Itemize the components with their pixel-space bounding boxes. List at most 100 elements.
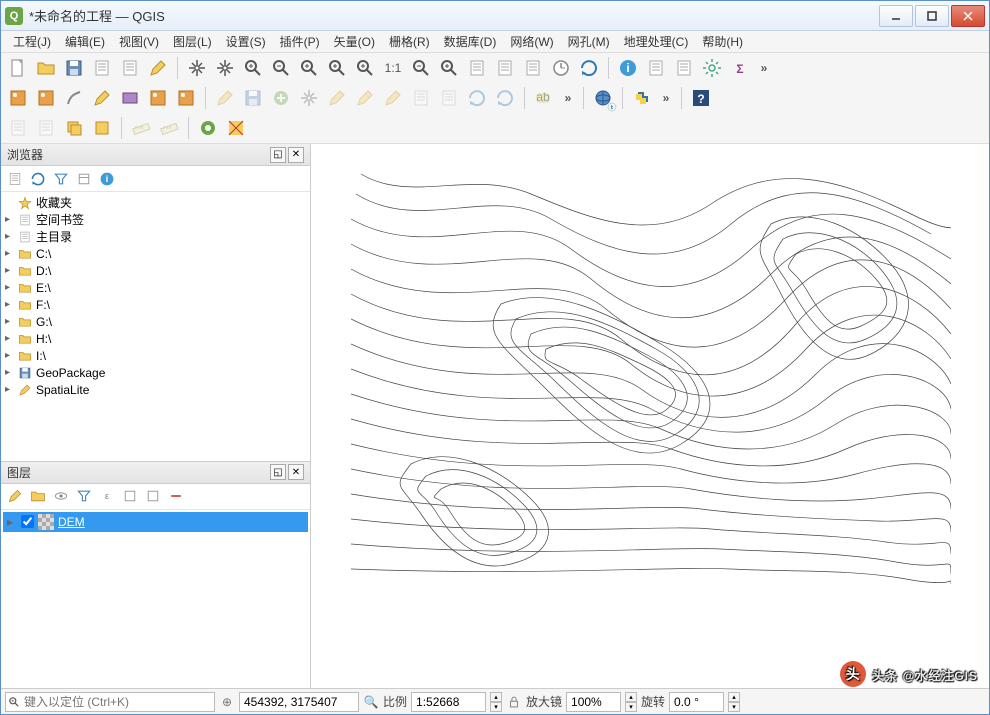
layers-expand-button[interactable] [120,486,140,506]
identify-button[interactable] [615,55,641,81]
menu-view[interactable]: 视图(V) [113,31,165,52]
browser-filter-button[interactable] [51,169,71,189]
mag-up[interactable]: ▴ [625,692,637,702]
minimize-button[interactable] [879,5,913,27]
mag-down[interactable]: ▾ [625,702,637,712]
python-console-button[interactable] [629,85,655,111]
browser-collapse-button[interactable] [74,169,94,189]
browser-item[interactable]: ▸C:\ [3,245,308,262]
layers-remove-button[interactable] [166,486,186,506]
menu-settings[interactable]: 设置(S) [220,31,272,52]
new-geopackage-button[interactable] [89,85,115,111]
browser-item[interactable]: ▸SpatiaLite [3,381,308,398]
menu-processing[interactable]: 地理处理(C) [618,31,695,52]
open-attr-table-button[interactable] [643,55,669,81]
layer-item[interactable]: ▸DEM [3,512,308,532]
help-button[interactable] [688,85,714,111]
browser-close-button[interactable]: ✕ [288,147,304,163]
save-project-button[interactable] [61,55,87,81]
browser-item[interactable]: ▸主目录 [3,228,308,245]
deselect-all-button[interactable] [61,115,87,141]
menu-mesh[interactable]: 网孔(M) [562,31,616,52]
browser-item[interactable]: ▸H:\ [3,330,308,347]
maximize-button[interactable] [915,5,949,27]
browser-item[interactable]: ▸D:\ [3,262,308,279]
menu-plugins[interactable]: 插件(P) [274,31,326,52]
browser-add-button[interactable] [5,169,25,189]
zoom-out-button[interactable] [268,55,294,81]
browser-tree[interactable]: 收藏夹▸空间书签▸主目录▸C:\▸D:\▸E:\▸F:\▸G:\▸H:\▸I:\… [1,192,310,461]
add-mesh-layer-button[interactable] [173,85,199,111]
menu-help[interactable]: 帮助(H) [696,31,749,52]
layers-visibility-button[interactable] [51,486,71,506]
browser-item[interactable]: ▸G:\ [3,313,308,330]
invert-selection-button[interactable] [89,115,115,141]
menu-raster[interactable]: 栅格(R) [383,31,436,52]
browser-item[interactable]: ▸E:\ [3,279,308,296]
menu-edit[interactable]: 编辑(E) [59,31,111,52]
rotation-input[interactable] [669,692,724,712]
style-manager-button[interactable] [145,55,171,81]
layers-close-button[interactable]: ✕ [288,464,304,480]
menu-web[interactable]: 网络(W) [504,31,559,52]
add-delimited-text-button[interactable] [117,85,143,111]
layers-tree[interactable]: ▸DEM [1,510,310,688]
layers-style-button[interactable] [5,486,25,506]
rot-up[interactable]: ▴ [728,692,740,702]
toolbar-overflow-3[interactable]: » [657,91,675,105]
browser-item[interactable]: ▸F:\ [3,296,308,313]
locator-search[interactable] [5,692,215,712]
pan-button[interactable] [184,55,210,81]
close-button[interactable] [951,5,985,27]
browser-item[interactable]: ▸空间书签 [3,211,308,228]
browser-item[interactable]: 收藏夹 [3,194,308,211]
layers-expression-button[interactable]: ε [97,486,117,506]
menu-database[interactable]: 数据库(D) [438,31,503,52]
layers-add-group-button[interactable] [28,486,48,506]
new-print-layout-button[interactable] [89,55,115,81]
scale-up[interactable]: ▴ [490,692,502,702]
layers-undock-button[interactable]: ◱ [270,464,286,480]
browser-undock-button[interactable]: ◱ [270,147,286,163]
show-layout-manager-button[interactable] [117,55,143,81]
stats-button[interactable] [727,55,753,81]
coord-capture-button[interactable] [195,115,221,141]
toolbox-button[interactable] [699,55,725,81]
add-vector-layer-button[interactable] [5,85,31,111]
zoom-selection-button[interactable] [324,55,350,81]
layers-filter-button[interactable] [74,486,94,506]
zoom-next-button[interactable] [436,55,462,81]
browser-item[interactable]: ▸I:\ [3,347,308,364]
locator-input[interactable] [22,693,214,711]
browser-properties-button[interactable] [97,169,117,189]
georeferencer-button[interactable] [223,115,249,141]
metasearch-button[interactable] [590,85,616,111]
add-virtual-layer-button[interactable] [145,85,171,111]
coordinate-input[interactable] [239,692,359,712]
open-project-button[interactable] [33,55,59,81]
toolbar-overflow-2[interactable]: » [559,91,577,105]
pan-to-selection-button[interactable] [212,55,238,81]
zoom-native-button[interactable]: 1:1 [380,55,406,81]
zoom-full-button[interactable] [296,55,322,81]
magnifier-input[interactable] [566,692,621,712]
layer-visibility-checkbox[interactable] [21,515,34,528]
menu-vector[interactable]: 矢量(O) [328,31,381,52]
new-shapefile-button[interactable] [61,85,87,111]
zoom-layer-button[interactable] [352,55,378,81]
lock-icon[interactable] [506,695,522,709]
new-project-button[interactable] [5,55,31,81]
menu-project[interactable]: 工程(J) [7,31,57,52]
layers-collapse-button[interactable] [143,486,163,506]
new-map-view-button[interactable] [464,55,490,81]
browser-refresh-button[interactable] [28,169,48,189]
field-calculator-button[interactable] [671,55,697,81]
rot-down[interactable]: ▾ [728,702,740,712]
new-bookmark-button[interactable] [492,55,518,81]
toolbar-overflow-1[interactable]: » [755,61,773,75]
menu-layer[interactable]: 图层(L) [167,31,218,52]
refresh-button[interactable] [576,55,602,81]
temporal-controller-button[interactable] [548,55,574,81]
show-bookmarks-button[interactable] [520,55,546,81]
map-canvas[interactable] [311,144,989,688]
